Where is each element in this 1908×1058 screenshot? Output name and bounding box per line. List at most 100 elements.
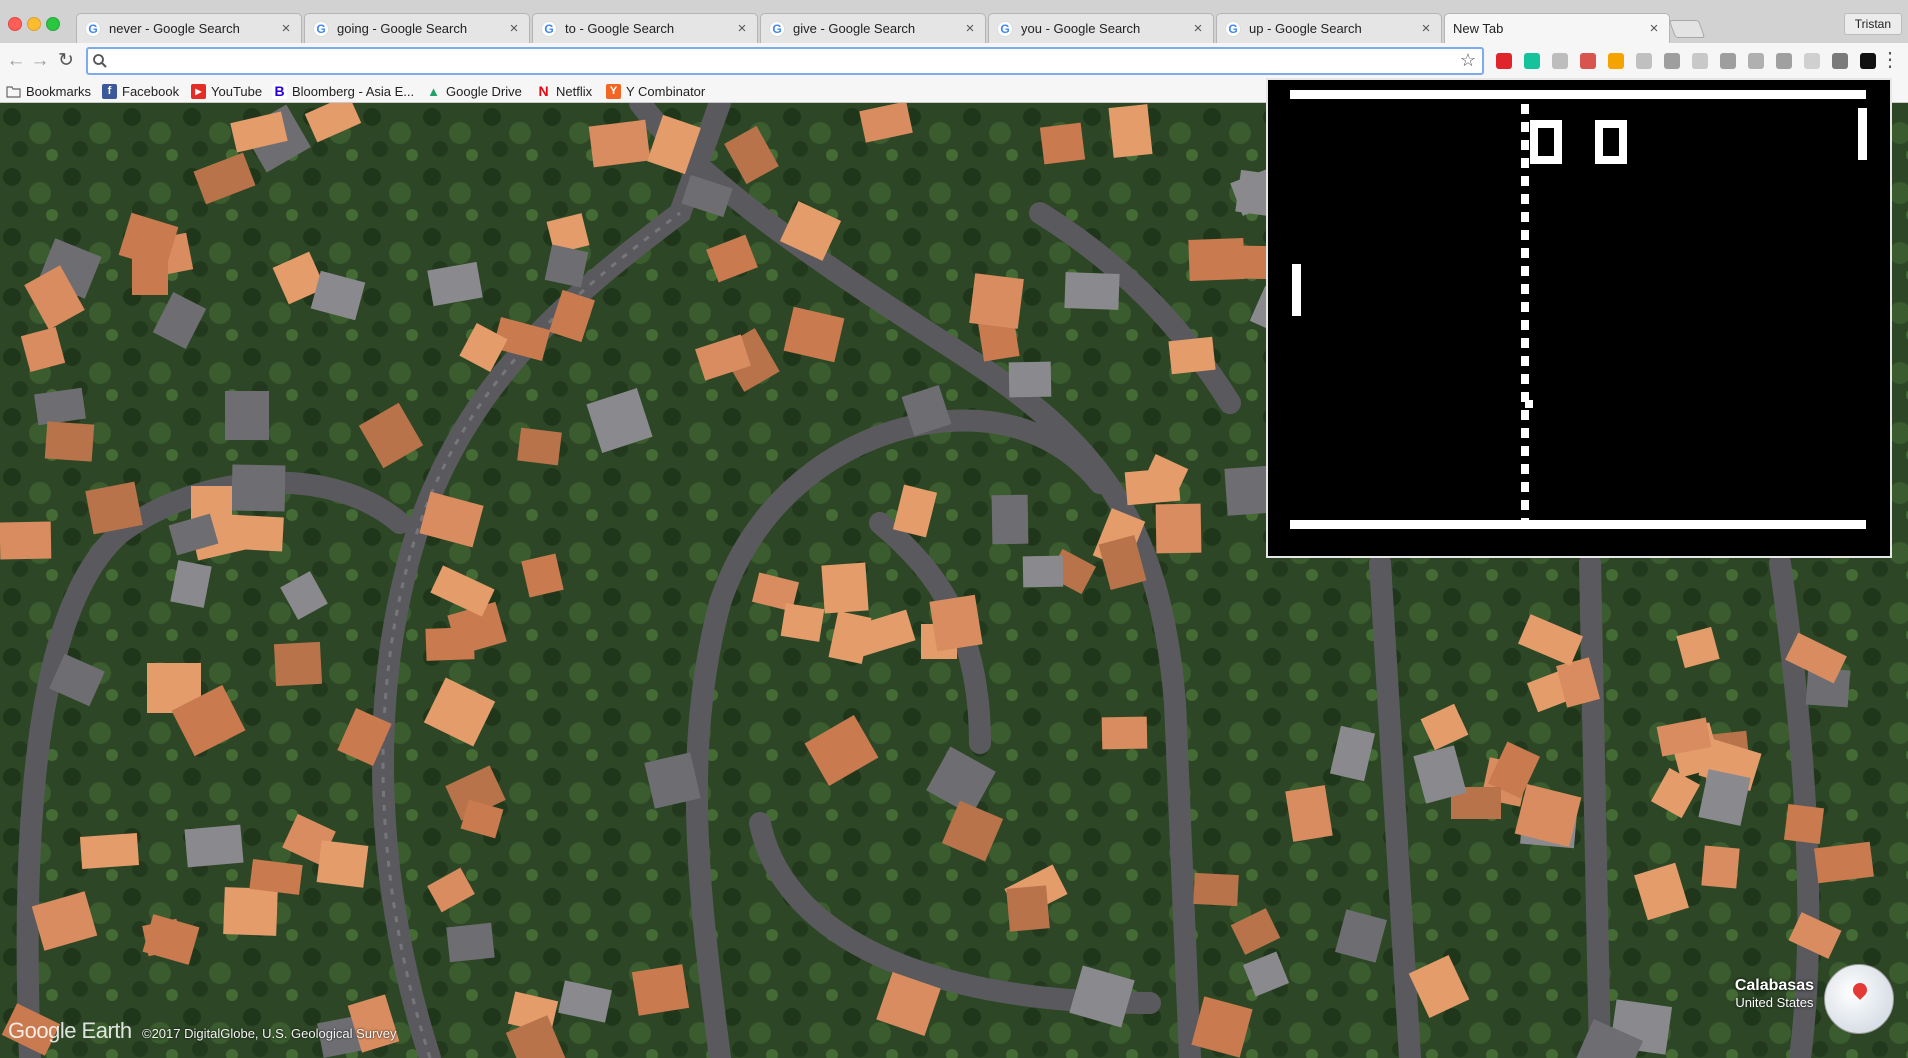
house-roof — [1188, 238, 1245, 281]
net-segment — [1521, 374, 1529, 384]
forward-arrow-icon[interactable]: → — [28, 49, 52, 73]
net-segment — [1521, 284, 1529, 294]
google-drive-icon: ▲ — [427, 83, 440, 99]
tab[interactable]: G never - Google Search × — [76, 13, 302, 43]
menu-dots-icon[interactable]: ⋮ — [1880, 50, 1900, 70]
pong-extension-icon[interactable] — [1860, 53, 1876, 69]
tab[interactable]: G up - Google Search × — [1216, 13, 1442, 43]
bird-extension-icon[interactable] — [1832, 53, 1848, 69]
extension-icon[interactable] — [1776, 53, 1792, 69]
netflix-icon: N — [538, 83, 549, 99]
google-earth-logo: Google Earth — [8, 1018, 132, 1043]
toolbar: ← → ↻ ☆ ⋮ — [0, 43, 1908, 79]
house-roof — [0, 521, 52, 560]
extension-icon[interactable] — [1748, 53, 1764, 69]
minimize-window-button[interactable] — [27, 17, 41, 31]
address-input[interactable] — [114, 51, 1444, 71]
bookmark-label: Google Drive — [446, 83, 522, 99]
bookmark-bookmarks[interactable]: Bookmarks — [6, 82, 91, 100]
plus-extension-icon[interactable] — [1580, 53, 1596, 69]
right-score: 0 — [1595, 120, 1627, 164]
house-roof — [588, 119, 651, 168]
tab[interactable]: G to - Google Search × — [532, 13, 758, 43]
close-window-button[interactable] — [8, 17, 22, 31]
close-icon[interactable]: × — [279, 20, 293, 37]
house-roof — [79, 833, 140, 869]
house-roof — [223, 887, 278, 936]
tab[interactable]: G you - Google Search × — [988, 13, 1214, 43]
house-roof — [1701, 845, 1740, 889]
bookmark-label: Bookmarks — [26, 83, 92, 99]
house-roof — [631, 964, 690, 1016]
house-roof — [225, 391, 269, 440]
tab-active[interactable]: New Tab × — [1444, 13, 1670, 43]
bookmark-ycombinator[interactable]: Y Y Combinator — [606, 82, 705, 100]
bookmark-google-drive[interactable]: ▲ Google Drive — [426, 82, 522, 100]
pong-canvas — [1268, 80, 1890, 556]
reload-icon[interactable]: ↻ — [54, 49, 78, 73]
net-segment — [1521, 230, 1529, 240]
tab[interactable]: G give - Google Search × — [760, 13, 986, 43]
google-icon: G — [541, 20, 557, 37]
gear-extension-icon[interactable] — [1720, 53, 1736, 69]
house-roof — [1814, 841, 1874, 884]
extension-icon[interactable] — [1804, 53, 1820, 69]
close-icon[interactable]: × — [735, 20, 749, 37]
tab-title: give - Google Search — [793, 21, 916, 36]
tab-strip: G never - Google Search × G going - Goog… — [0, 0, 1908, 43]
house-roof — [780, 603, 825, 642]
net-segment — [1521, 140, 1529, 150]
top-wall — [1290, 90, 1866, 99]
close-icon[interactable]: × — [1647, 20, 1661, 37]
close-icon[interactable]: × — [963, 20, 977, 37]
bookmark-label: Y Combinator — [626, 83, 706, 99]
google-icon: G — [997, 20, 1013, 37]
right-paddle — [1858, 108, 1867, 160]
house-roof — [1006, 885, 1050, 932]
google-icon: G — [313, 20, 329, 37]
new-tab-button[interactable] — [1668, 20, 1706, 38]
fullscreen-window-button[interactable] — [46, 17, 60, 31]
colorful-extension-icon[interactable] — [1608, 53, 1624, 69]
tab-title: going - Google Search — [337, 21, 468, 36]
left-paddle — [1292, 264, 1301, 316]
house-roof — [1108, 104, 1153, 158]
bookmark-label: YouTube — [211, 83, 263, 99]
net-segment — [1521, 266, 1529, 276]
close-icon[interactable]: × — [1419, 20, 1433, 37]
search-extension-icon[interactable] — [1552, 53, 1568, 69]
bookmark-netflix[interactable]: N Netflix — [536, 82, 592, 100]
house-roof — [544, 244, 589, 288]
back-arrow-icon[interactable]: ← — [4, 49, 28, 73]
bookmark-bloomberg[interactable]: B Bloomberg - Asia E... — [272, 82, 414, 100]
globe-icon[interactable] — [1824, 964, 1894, 1034]
net-segment — [1521, 338, 1529, 348]
extension-icon[interactable] — [1692, 53, 1708, 69]
omnibox[interactable]: ☆ — [86, 47, 1484, 75]
house-roof — [821, 562, 869, 614]
net-segment — [1521, 356, 1529, 366]
close-icon[interactable]: × — [507, 20, 521, 37]
opera-icon[interactable] — [1496, 53, 1512, 69]
net-segment — [1521, 194, 1529, 204]
google-icon: G — [769, 20, 785, 37]
tab-title: to - Google Search — [565, 21, 675, 36]
extension-icon[interactable] — [1636, 53, 1652, 69]
bookmark-label: Bloomberg - Asia E... — [292, 83, 415, 99]
house-roof — [991, 494, 1029, 545]
close-icon[interactable]: × — [1191, 20, 1205, 37]
bookmark-facebook[interactable]: f Facebook — [102, 82, 179, 100]
tab[interactable]: G going - Google Search × — [304, 13, 530, 43]
cast-icon[interactable] — [1664, 53, 1680, 69]
grammarly-icon[interactable] — [1524, 53, 1540, 69]
house-roof — [44, 421, 95, 462]
house-roof — [517, 427, 562, 466]
net-segment — [1521, 518, 1529, 528]
pong-game-popup[interactable]: 0 0 — [1266, 78, 1892, 558]
net-segment — [1521, 176, 1529, 186]
house-roof — [1039, 122, 1086, 165]
bookmark-youtube[interactable]: ▶ YouTube — [191, 82, 262, 100]
bookmark-star-icon[interactable]: ☆ — [1460, 50, 1476, 71]
folder-icon — [6, 84, 21, 99]
profile-button[interactable]: Tristan — [1843, 13, 1902, 35]
